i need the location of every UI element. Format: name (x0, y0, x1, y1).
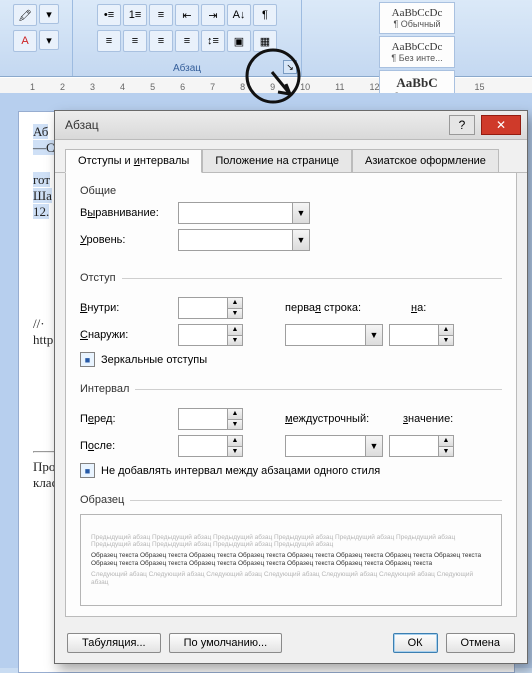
tab-page-position[interactable]: Положение на странице (202, 149, 352, 173)
cancel-button[interactable]: Отмена (446, 633, 515, 653)
first-line-label: первая строка: (285, 302, 385, 314)
dialog-button-bar: Табуляция... По умолчанию... ОК Отмена (55, 627, 527, 663)
before-spinner[interactable]: ▲▼ (178, 408, 243, 430)
by-label: на: (411, 302, 426, 314)
dialog-tabs: Отступы и интервалы Положение на страниц… (55, 140, 527, 173)
group-label-paragraph: Абзац (173, 63, 201, 74)
style-no-spacing[interactable]: AaBbCcDc ¶ Без инте... (379, 36, 455, 68)
preview-box: Предыдущий абзац Предыдущий абзац Предыд… (80, 514, 502, 606)
font-color-button[interactable]: A (13, 30, 37, 52)
indent-increase-button[interactable]: ⇥ (201, 4, 225, 26)
style-normal[interactable]: AaBbCcDc ¶ Обычный (379, 2, 455, 34)
sort-button[interactable]: A↓ (227, 4, 251, 26)
align-right-button[interactable]: ≡ (149, 30, 173, 52)
chevron-down-icon: ▼ (365, 436, 382, 456)
chevron-down-icon: ▼ (365, 325, 382, 345)
level-combo[interactable]: ▼ (178, 229, 310, 251)
shading-dropdown[interactable]: ▾ (39, 4, 59, 24)
help-button[interactable]: ? (449, 115, 475, 135)
align-justify-button[interactable]: ≡ (175, 30, 199, 52)
alignment-combo[interactable]: ▼ (178, 202, 310, 224)
show-marks-button[interactable]: ¶ (253, 4, 277, 26)
tab-asian[interactable]: Азиатское оформление (352, 149, 499, 173)
align-left-button[interactable]: ≡ (97, 30, 121, 52)
at-label: значение: (403, 413, 453, 425)
chevron-down-icon: ▼ (292, 230, 309, 250)
ribbon-group-paragraph: •≡ 1≡ ≡ ⇤ ⇥ A↓ ¶ ≡ ≡ ≡ ≡ ↕≡ ▣ ▦ Абзац ↘ (73, 0, 302, 76)
align-center-button[interactable]: ≡ (123, 30, 147, 52)
alignment-label: Выравнивание: (80, 207, 172, 219)
checkbox-icon (80, 463, 95, 478)
dialog-title: Абзац (65, 118, 99, 132)
level-label: Уровень: (80, 234, 172, 246)
dialog-titlebar[interactable]: Абзац ? ✕ (55, 111, 527, 140)
font-color-dropdown[interactable]: ▾ (39, 30, 59, 50)
paragraph-dialog: Абзац ? ✕ Отступы и интервалы Положение … (54, 110, 528, 664)
close-button[interactable]: ✕ (481, 115, 521, 135)
line-spacing-label: междустрочный: (285, 413, 385, 425)
after-spinner[interactable]: ▲▼ (178, 435, 243, 457)
first-line-combo[interactable]: ▼ (285, 324, 383, 346)
outside-label: Снаружи: (80, 329, 172, 341)
before-label: Перед: (80, 413, 172, 425)
section-general: Общие Выравнивание: ▼ Уровень: ▼ (80, 185, 502, 256)
multilevel-button[interactable]: ≡ (149, 4, 173, 26)
section-preview: Образец Предыдущий абзац Предыдущий абза… (80, 494, 502, 606)
bullets-button[interactable]: •≡ (97, 4, 121, 26)
borders-button[interactable]: ▦ (253, 30, 277, 52)
line-spacing-combo[interactable]: ▼ (285, 435, 383, 457)
fill-button[interactable]: ▣ (227, 30, 251, 52)
indent-decrease-button[interactable]: ⇤ (175, 4, 199, 26)
checkbox-icon (80, 352, 95, 367)
after-label: После: (80, 440, 172, 452)
ribbon: 🖍 ▾ A ▾ •≡ 1≡ ≡ ⇤ ⇥ A↓ ¶ ≡ ≡ ≡ ≡ ↕≡ ▣ ▦ … (0, 0, 532, 77)
tab-indents-spacing[interactable]: Отступы и интервалы (65, 149, 202, 173)
numbering-button[interactable]: 1≡ (123, 4, 147, 26)
dont-add-space-checkbox[interactable]: Не добавлять интервал между абзацами одн… (80, 463, 502, 478)
shading-button[interactable]: 🖍 (13, 4, 37, 26)
line-spacing-button[interactable]: ↕≡ (201, 30, 225, 52)
first-line-by-spinner[interactable]: ▲▼ (389, 324, 454, 346)
ribbon-group-styles: AaBbCcDc ¶ Обычный AaBbCcDc ¶ Без инте..… (302, 0, 532, 76)
mirror-indents-checkbox[interactable]: Зеркальные отступы (80, 352, 502, 367)
ok-button[interactable]: ОК (393, 633, 438, 653)
at-spinner[interactable]: ▲▼ (389, 435, 454, 457)
section-indent: Отступ Внутри: ▲▼ первая строка: на: Сна… (80, 272, 502, 367)
inside-label: Внутри: (80, 302, 172, 314)
paragraph-dialog-launcher[interactable]: ↘ (283, 60, 297, 74)
dialog-body: Общие Выравнивание: ▼ Уровень: ▼ Отступ … (65, 173, 517, 617)
chevron-down-icon: ▼ (292, 203, 309, 223)
section-spacing: Интервал Перед: ▲▼ междустрочный: значен… (80, 383, 502, 478)
ribbon-group-font-mini: 🖍 ▾ A ▾ (0, 0, 73, 76)
set-default-button[interactable]: По умолчанию... (169, 633, 283, 653)
inside-spinner[interactable]: ▲▼ (178, 297, 243, 319)
tabs-button[interactable]: Табуляция... (67, 633, 161, 653)
outside-spinner[interactable]: ▲▼ (178, 324, 243, 346)
